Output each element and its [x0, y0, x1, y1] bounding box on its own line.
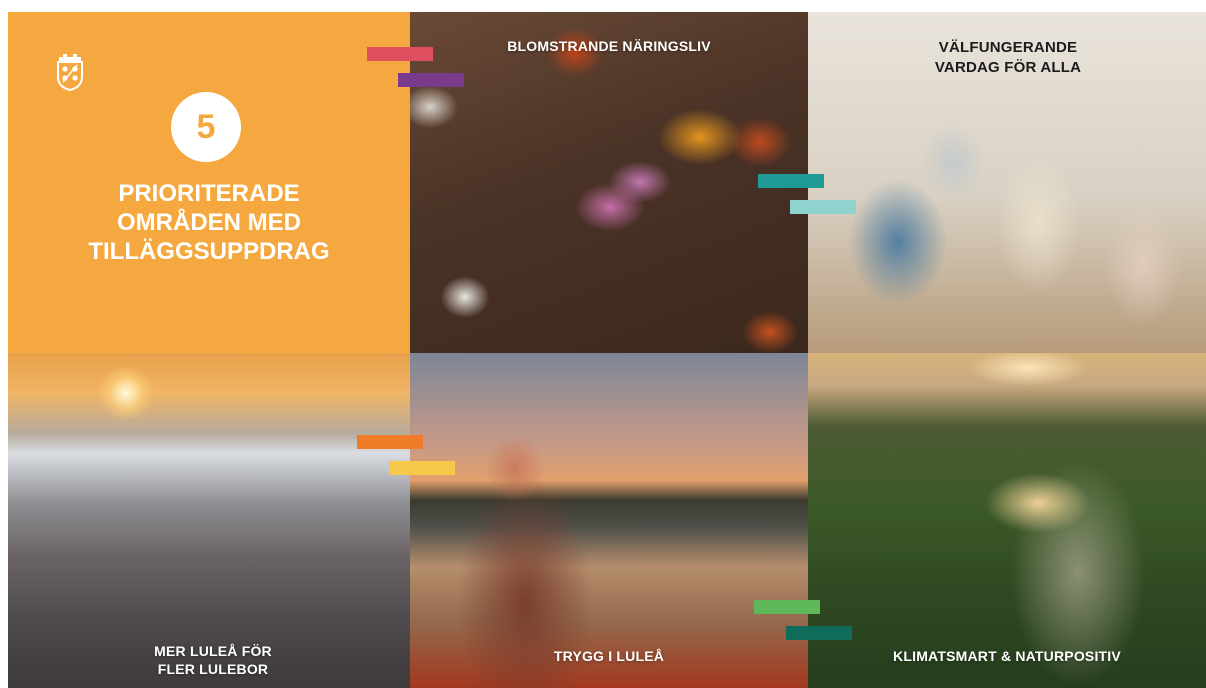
- area-title-line: KLIMATSMART & NATURPOSITIV: [893, 648, 1121, 664]
- priority-count-badge: 5: [171, 92, 241, 162]
- area-title-line: MER LULEÅ FÖR: [154, 643, 272, 659]
- area-tile-klimat: KLIMATSMART & NATURPOSITIV: [808, 353, 1206, 688]
- area-title: MER LULEÅ FÖR FLER LULEBOR: [118, 642, 308, 678]
- area-tile-lulebor: MER LULEÅ FÖR FLER LULEBOR: [8, 353, 410, 688]
- area-title-line: VARDAG FÖR ALLA: [934, 59, 1082, 76]
- area-tile-naringsliv: BLOMSTRANDE NÄRINGSLIV: [410, 12, 808, 353]
- intro-headline-line: OMRÅDEN MED: [117, 209, 301, 236]
- accent-bar-red: [367, 47, 433, 61]
- accent-bar-yellow: [389, 461, 455, 475]
- accent-bar-green-dark: [786, 626, 852, 640]
- accent-bar-green-light: [754, 600, 820, 614]
- area-title-line: VÄLFUNGERANDE: [938, 39, 1078, 56]
- area-tile-vardag: VÄLFUNGERANDE VARDAG FÖR ALLA: [808, 12, 1206, 353]
- area-title-line: TRYGG I LULEÅ: [553, 648, 665, 664]
- intro-headline-line: TILLÄGGSUPPDRAG: [88, 238, 330, 265]
- accent-bar-purple: [398, 73, 464, 87]
- accent-bar-orange: [357, 435, 423, 449]
- priority-areas-grid: 5 PRIORITERADE OMRÅDEN MED TILLÄGGSUPPDR…: [8, 12, 1206, 688]
- accent-bar-teal-light: [790, 200, 856, 214]
- area-title: KLIMATSMART & NATURPOSITIV: [808, 648, 1206, 664]
- area-tile-trygg: TRYGG I LULEÅ: [410, 353, 808, 688]
- coat-of-arms-icon: [57, 54, 83, 91]
- intro-headline-line: PRIORITERADE: [118, 180, 300, 207]
- area-title-line: FLER LULEBOR: [157, 661, 269, 677]
- intro-headline: PRIORITERADE OMRÅDEN MED TILLÄGGSUPPDRAG: [8, 179, 410, 266]
- area-title-line: BLOMSTRANDE NÄRINGSLIV: [507, 38, 711, 54]
- intro-tile: 5 PRIORITERADE OMRÅDEN MED TILLÄGGSUPPDR…: [8, 12, 410, 353]
- area-title: VÄLFUNGERANDE VARDAG FÖR ALLA: [868, 38, 1148, 78]
- area-title: TRYGG I LULEÅ: [410, 648, 808, 664]
- area-title: BLOMSTRANDE NÄRINGSLIV: [410, 38, 808, 54]
- accent-bar-teal-dark: [758, 174, 824, 188]
